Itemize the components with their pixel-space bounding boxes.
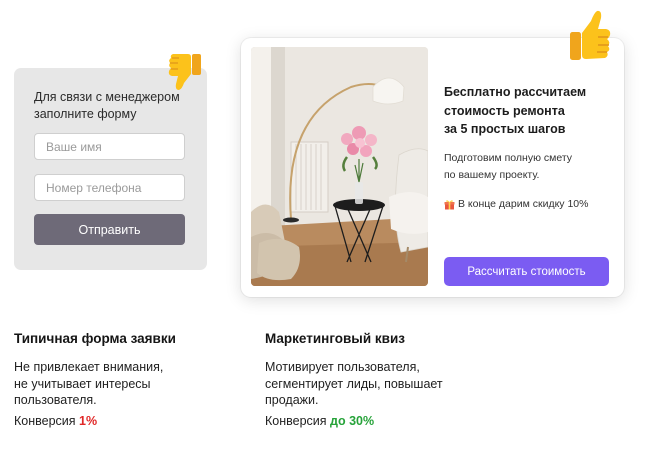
caption-description: Мотивирует пользователя, сегментирует ли… bbox=[265, 360, 443, 407]
name-input[interactable] bbox=[34, 133, 185, 160]
gift-offer: В конце дарим скидку 10% bbox=[444, 197, 619, 212]
caption-description: Не привлекает внимания, не учитывает инт… bbox=[14, 360, 164, 407]
caption-title: Типичная форма заявки bbox=[14, 331, 176, 346]
typical-form-card: Для связи с менеджером заполните форму О… bbox=[14, 68, 207, 270]
conversion-value: до 30% bbox=[330, 414, 375, 428]
form-title: Для связи с менеджером заполните форму bbox=[34, 90, 180, 121]
gift-text: В конце дарим скидку 10% bbox=[458, 198, 589, 210]
quiz-description: Подготовим полную смету по вашему проект… bbox=[444, 152, 572, 181]
interior-photo bbox=[251, 47, 428, 286]
phone-input[interactable] bbox=[34, 174, 185, 201]
quiz-card: Бесплатно рассчитаем стоимость ремонта з… bbox=[241, 38, 624, 297]
submit-button[interactable]: Отправить bbox=[34, 214, 185, 245]
caption-title: Маркетинговый квиз bbox=[265, 331, 405, 346]
quiz-caption: Маркетинговый квиз Мотивирует пользовате… bbox=[265, 331, 495, 428]
calculate-cost-button[interactable]: Рассчитать стоимость bbox=[444, 257, 609, 286]
quiz-headline: Бесплатно рассчитаем стоимость ремонта з… bbox=[444, 85, 587, 136]
thumbs-up-icon bbox=[567, 8, 613, 64]
gift-icon bbox=[444, 199, 455, 210]
thumbs-down-icon bbox=[166, 51, 204, 93]
conversion-rate: Конверсия 1% bbox=[14, 414, 97, 428]
conversion-label: Конверсия bbox=[14, 414, 76, 428]
typical-form-caption: Типичная форма заявки Не привлекает вним… bbox=[14, 331, 244, 428]
conversion-value: 1% bbox=[79, 414, 98, 428]
conversion-rate: Конверсия до 30% bbox=[265, 414, 374, 428]
conversion-label: Конверсия bbox=[265, 414, 327, 428]
